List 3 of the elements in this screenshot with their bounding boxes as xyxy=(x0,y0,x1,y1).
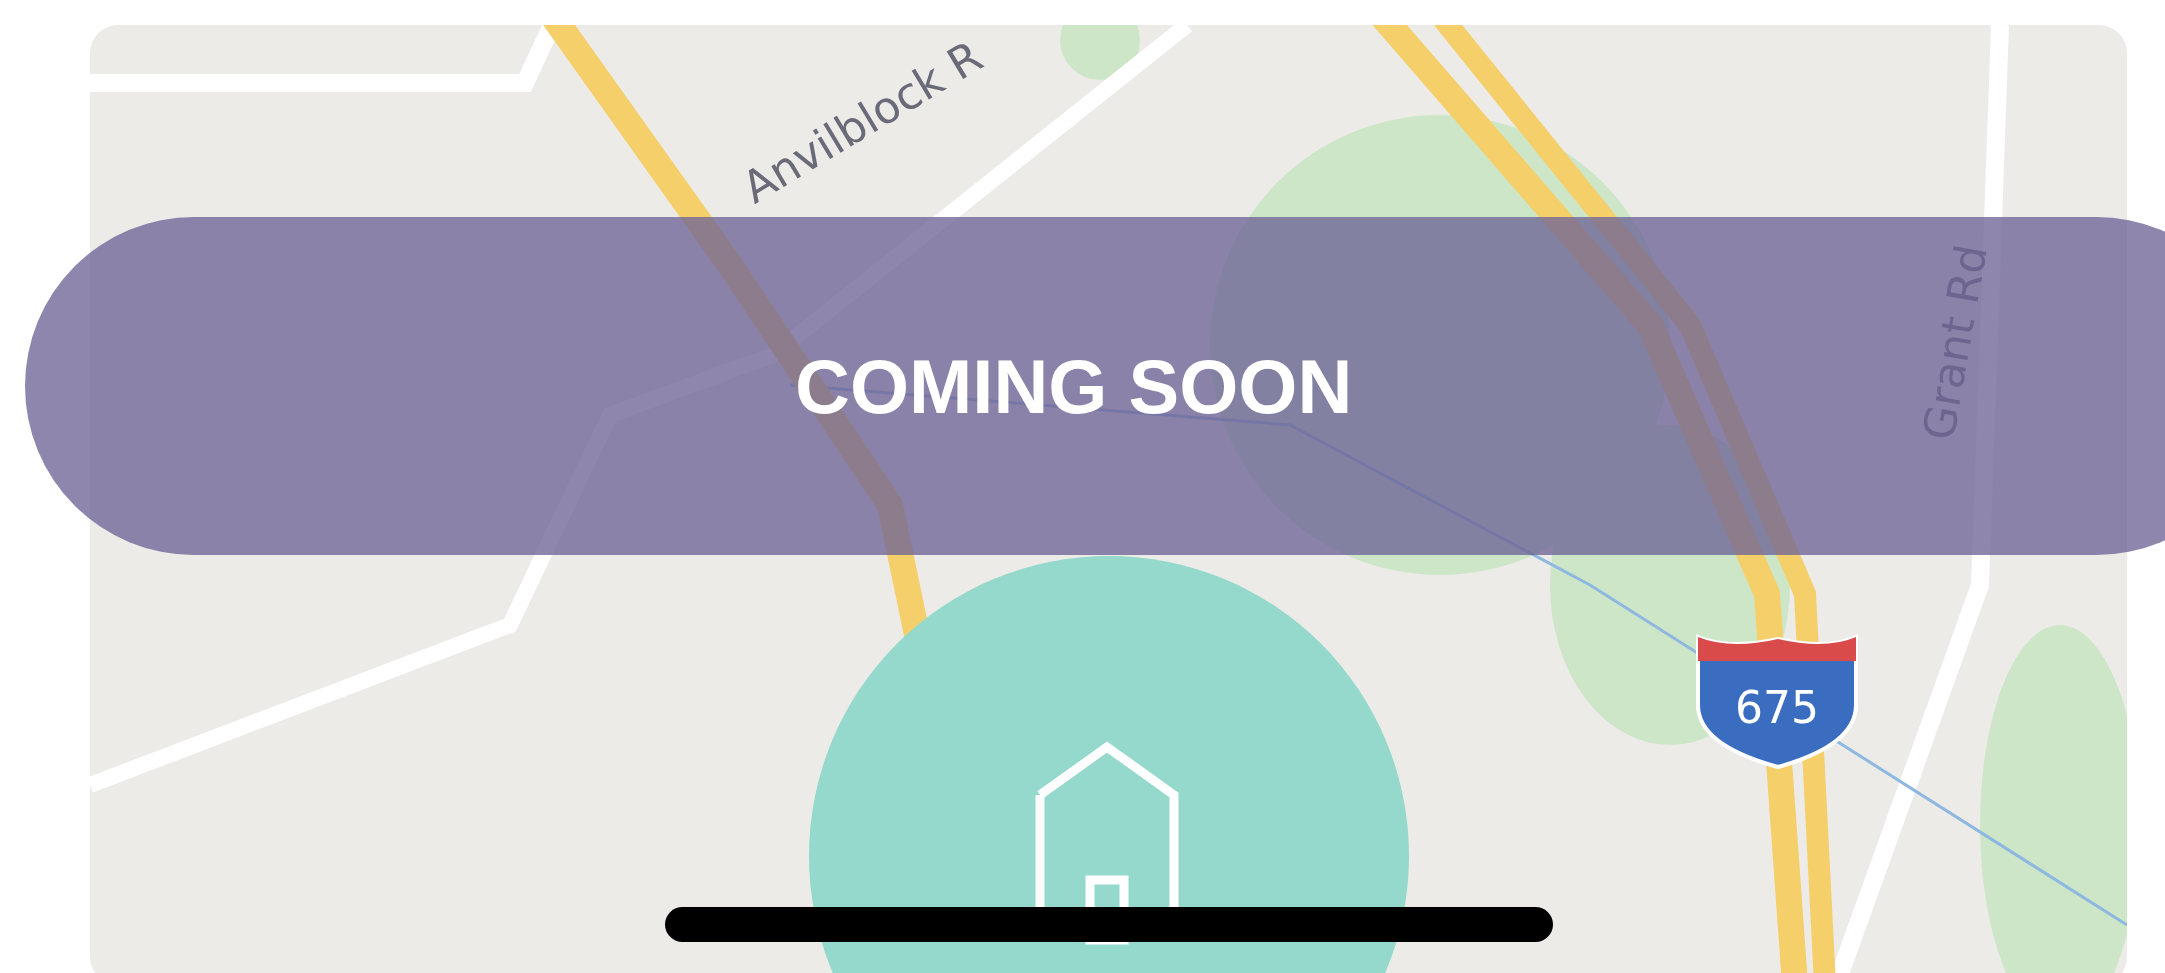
banner-text: COMING SOON xyxy=(795,342,1353,430)
highway-shield: 675 xyxy=(1696,635,1858,769)
house-icon xyxy=(1035,741,1179,945)
